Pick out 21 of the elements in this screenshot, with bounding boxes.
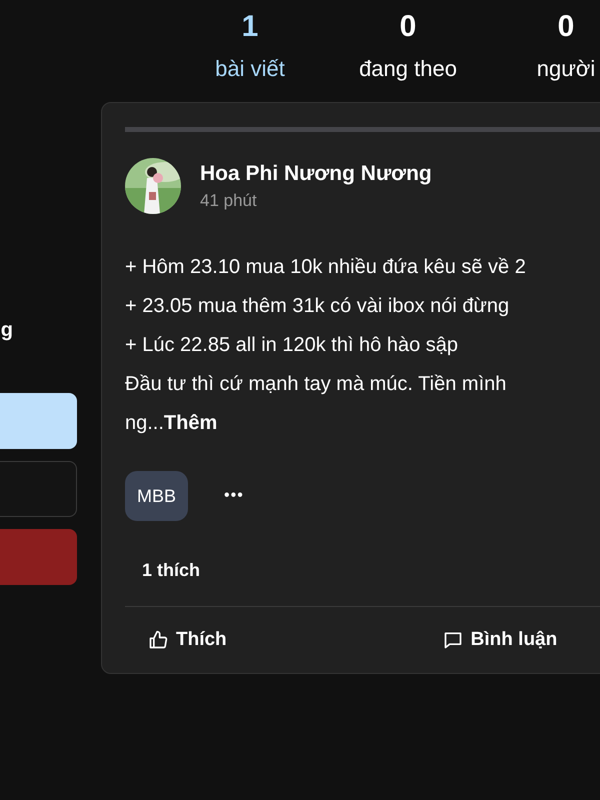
stat-count: 1	[242, 10, 258, 44]
post-text: ng...Thêm	[125, 411, 218, 436]
like-button[interactable]: Thích	[148, 629, 227, 651]
more-button[interactable]: •••	[224, 487, 244, 505]
post-text: + Lúc 22.85 all in 120k thì hô hào sập	[125, 333, 460, 358]
comment-icon	[442, 630, 463, 650]
stat-label[interactable]: đang theo	[359, 56, 457, 82]
post-time: 41 phút	[200, 191, 258, 211]
thumbs-up-icon	[148, 630, 168, 650]
stock-tag[interactable]: MBB	[125, 471, 188, 521]
post-text: + 23.05 mua thêm 31k có vài ibox nói đừng	[125, 294, 510, 319]
post-text: Đầu tư thì cứ mạnh tay mà múc. Tiền mình	[125, 372, 508, 397]
comment-button[interactable]: Bình luận	[442, 629, 558, 651]
sidebar-text: g	[0, 318, 13, 343]
stat-count: 0	[558, 10, 574, 44]
like-count[interactable]: 1 thích	[142, 559, 600, 581]
post-text: + Hôm 23.10 mua 10k nhiều đứa kêu sẽ về 2	[125, 255, 527, 280]
stat-count: 0	[400, 10, 416, 44]
stat-label[interactable]: người	[536, 56, 596, 82]
stat-label[interactable]: bài viết	[215, 56, 285, 82]
author-name[interactable]: Hoa Phi Nương Nương	[200, 161, 432, 187]
